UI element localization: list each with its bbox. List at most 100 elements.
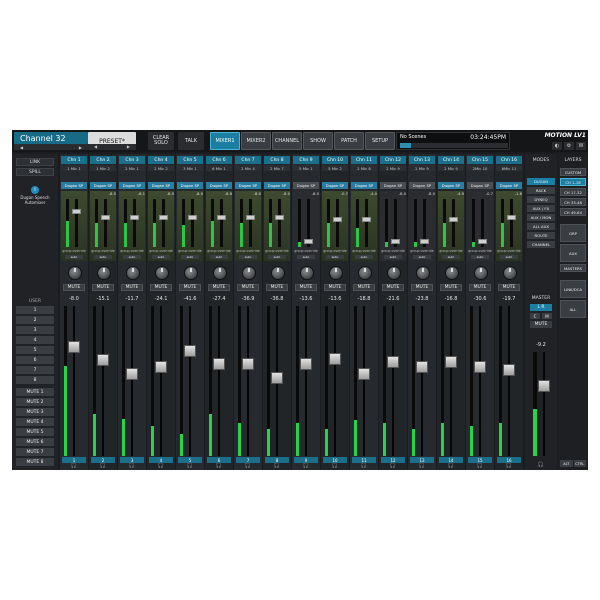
fader-handle[interactable]	[300, 358, 312, 371]
mode-button-dyneq[interactable]: DYNEQ	[527, 196, 555, 203]
mute-button[interactable]: MUTE	[469, 284, 491, 291]
scene-panel[interactable]: No Scenes 03:24:45PM	[396, 132, 510, 150]
user-button-7[interactable]: 7	[16, 366, 54, 374]
channel-name[interactable]: Chn 12	[380, 156, 406, 164]
dugan-weight-handle[interactable]	[478, 239, 487, 244]
dugan-insert-button[interactable]: Dugan SP	[409, 182, 435, 189]
fader-handle[interactable]	[68, 340, 80, 353]
tab-channel[interactable]: CHANNEL	[272, 132, 302, 150]
tab-mixer1[interactable]: MIXER1	[210, 132, 240, 150]
prev-channel-icon[interactable]: ◀	[20, 145, 23, 150]
headphones-icon[interactable]: 🎧	[504, 464, 514, 469]
channel-name[interactable]: Chn 11	[351, 156, 377, 164]
mute-group-button-1[interactable]: MUTE 1	[16, 388, 54, 396]
ctrl-button[interactable]: CTRL	[573, 460, 586, 467]
dugan-insert-button[interactable]: Dugan SP	[206, 182, 232, 189]
layer-button-custom[interactable]: CUSTOM	[560, 168, 586, 176]
auto-button[interactable]: auto	[384, 255, 402, 259]
user-button-4[interactable]: 4	[16, 336, 54, 344]
auto-button[interactable]: auto	[442, 255, 460, 259]
auto-button[interactable]: auto	[123, 255, 141, 259]
dugan-weight-handle[interactable]	[246, 215, 255, 220]
fader-handle[interactable]	[97, 354, 109, 367]
headphones-icon[interactable]: 🎧	[185, 464, 195, 469]
mute-group-button-8[interactable]: MUTE 8	[16, 458, 54, 466]
user-button-3[interactable]: 3	[16, 326, 54, 334]
pan-knob[interactable]	[474, 266, 488, 280]
auto-button[interactable]: auto	[500, 255, 518, 259]
dugan-insert-button[interactable]: Dugan SP	[235, 182, 261, 189]
channel-name[interactable]: Chn 9	[293, 156, 319, 164]
fader-handle[interactable]	[242, 358, 254, 371]
channel-name[interactable]: Chn 5	[177, 156, 203, 164]
mute-button[interactable]: MUTE	[498, 284, 520, 291]
mute-group-button-6[interactable]: MUTE 6	[16, 438, 54, 446]
channel-name[interactable]: Chn 16	[496, 156, 522, 164]
tab-show[interactable]: SHOW	[303, 132, 333, 150]
pan-knob[interactable]	[126, 266, 140, 280]
mono-bus-button[interactable]: M	[542, 313, 552, 319]
layer-button-link-dca[interactable]: LINK/DCA	[560, 280, 586, 298]
mute-button[interactable]: MUTE	[411, 284, 433, 291]
headphones-icon[interactable]: 🎧	[301, 464, 311, 469]
dugan-weight-handle[interactable]	[188, 215, 197, 220]
auto-button[interactable]: auto	[94, 255, 112, 259]
settings-icon[interactable]: ⚙	[564, 142, 574, 150]
auto-button[interactable]: auto	[355, 255, 373, 259]
mode-button-rack[interactable]: RACK	[527, 187, 555, 194]
headphones-icon[interactable]: 🎧	[214, 464, 224, 469]
mode-button-aux-mon[interactable]: AUX / MON	[527, 214, 555, 221]
auto-button[interactable]: auto	[297, 255, 315, 259]
mute-button[interactable]: MUTE	[324, 284, 346, 291]
fader-handle[interactable]	[155, 361, 167, 374]
headphones-icon[interactable]: 🎧	[359, 464, 369, 469]
pan-knob[interactable]	[184, 266, 198, 280]
dugan-weight-handle[interactable]	[449, 217, 458, 222]
mute-button[interactable]: MUTE	[266, 284, 288, 291]
mute-button[interactable]: MUTE	[208, 284, 230, 291]
layer-button-aux[interactable]: AUX	[560, 244, 586, 262]
mute-button[interactable]: MUTE	[382, 284, 404, 291]
fader-handle[interactable]	[329, 352, 341, 365]
pan-knob[interactable]	[242, 266, 256, 280]
headphones-icon[interactable]: 🎧	[98, 464, 108, 469]
fader-handle[interactable]	[445, 355, 457, 368]
pan-knob[interactable]	[387, 266, 401, 280]
auto-button[interactable]: auto	[239, 255, 257, 259]
mode-button-dugan[interactable]: DUGAN	[527, 178, 555, 185]
headphones-icon[interactable]: 🎧	[446, 464, 456, 469]
selected-channel-title[interactable]: Channel 32	[14, 132, 88, 144]
mute-button[interactable]: MUTE	[121, 284, 143, 291]
dugan-insert-button[interactable]: Dugan SP	[90, 182, 116, 189]
dugan-insert-button[interactable]: Dugan SP	[438, 182, 464, 189]
prev-preset-icon[interactable]: ◀	[94, 144, 97, 150]
headphones-icon[interactable]: 🎧	[475, 464, 485, 469]
headphones-icon[interactable]: 🎧	[272, 464, 282, 469]
channel-name[interactable]: Chn 1	[61, 156, 87, 164]
dugan-weight-handle[interactable]	[275, 215, 284, 220]
fader-handle[interactable]	[387, 355, 399, 368]
auto-button[interactable]: auto	[210, 255, 228, 259]
dugan-weight-handle[interactable]	[101, 215, 110, 220]
info-icon[interactable]: i	[31, 186, 39, 194]
master-fader-handle[interactable]	[538, 379, 550, 392]
headphones-icon[interactable]: 🎧	[156, 464, 166, 469]
fader-handle[interactable]	[503, 363, 515, 376]
dugan-weight-handle[interactable]	[217, 215, 226, 220]
fader-handle[interactable]	[184, 344, 196, 357]
mute-button[interactable]: MUTE	[295, 284, 317, 291]
mute-button[interactable]: MUTE	[92, 284, 114, 291]
dugan-insert-button[interactable]: Dugan SP	[380, 182, 406, 189]
pan-knob[interactable]	[271, 266, 285, 280]
user-button-1[interactable]: 1	[16, 306, 54, 314]
auto-button[interactable]: auto	[181, 255, 199, 259]
lr-bus-button[interactable]: L R	[530, 304, 552, 311]
fader-handle[interactable]	[126, 368, 138, 381]
mute-group-button-4[interactable]: MUTE 4	[16, 418, 54, 426]
tab-patch[interactable]: PATCH	[334, 132, 364, 150]
pan-knob[interactable]	[358, 266, 372, 280]
channel-name[interactable]: Chn 4	[148, 156, 174, 164]
headphones-icon[interactable]: 🎧	[243, 464, 253, 469]
pan-knob[interactable]	[68, 266, 82, 280]
dugan-weight-handle[interactable]	[362, 217, 371, 222]
